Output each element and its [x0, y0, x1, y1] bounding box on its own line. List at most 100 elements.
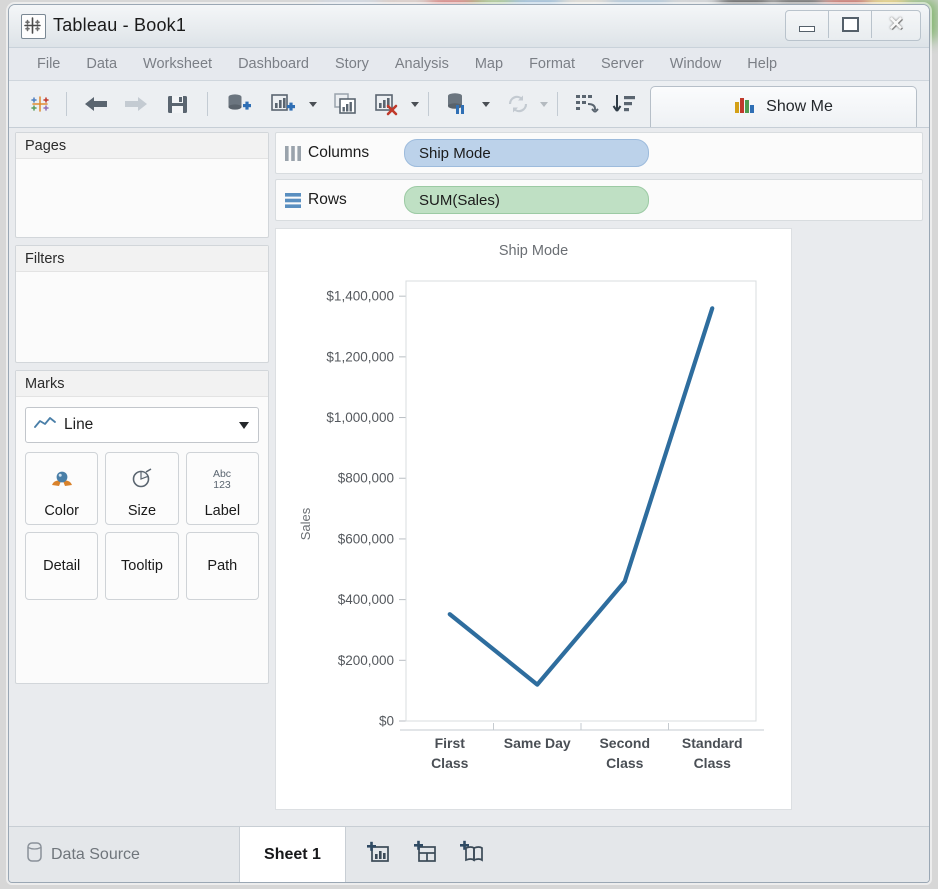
menu-item-help[interactable]: Help: [735, 52, 789, 76]
show-me-button[interactable]: Show Me: [650, 86, 917, 127]
color-palette-icon: [47, 453, 77, 503]
close-button[interactable]: ✕: [872, 11, 920, 38]
refresh-icon[interactable]: [500, 87, 536, 121]
menu-bar: File Data Worksheet Dashboard Story Anal…: [9, 48, 929, 81]
y-axis-tick-label: $800,000: [338, 471, 394, 486]
window-controls: ✕: [785, 10, 921, 41]
menu-item-window[interactable]: Window: [658, 52, 734, 76]
menu-item-worksheet[interactable]: Worksheet: [131, 52, 224, 76]
duplicate-sheet-icon[interactable]: [327, 87, 367, 121]
maximize-button[interactable]: [829, 11, 872, 38]
pages-dropzone[interactable]: [16, 159, 268, 236]
menu-item-analysis[interactable]: Analysis: [383, 52, 461, 76]
menu-item-format[interactable]: Format: [517, 52, 587, 76]
viz-canvas[interactable]: Ship Mode $0 $200,000 $400,000 $600,000 $800…: [275, 228, 792, 810]
title-bar: Tableau - Book1 ✕: [9, 5, 929, 48]
y-axis-tick-label: $1,000,000: [326, 410, 394, 425]
marks-tooltip-button[interactable]: Tooltip: [105, 532, 179, 600]
minimize-button[interactable]: [786, 11, 829, 38]
pages-title: Pages: [16, 133, 268, 159]
x-axis-tick-label[interactable]: Second: [599, 735, 650, 751]
menu-item-data[interactable]: Data: [74, 52, 129, 76]
rows-icon: [285, 192, 301, 208]
clear-sheet-icon[interactable]: [367, 87, 407, 121]
marks-path-label: Path: [207, 558, 238, 574]
x-axis-tick-label[interactable]: Class: [431, 755, 469, 771]
pages-panel[interactable]: Pages: [15, 132, 269, 238]
tableau-start-icon[interactable]: [23, 87, 57, 121]
data-source-tab[interactable]: Data Source: [9, 827, 240, 882]
line-chart-svg: $0 $200,000 $400,000 $600,000 $800,000 $1,000…: [298, 280, 764, 771]
add-data-source-icon[interactable]: [217, 87, 261, 121]
shelves: Columns Ship Mode Rows SUM(Sales): [275, 132, 923, 222]
toolbar-separator: [557, 92, 558, 116]
marks-label-button[interactable]: Abc 123 Label: [185, 452, 259, 525]
x-axis-tick-label[interactable]: Same Day: [504, 735, 571, 751]
marks-detail-label: Detail: [43, 558, 81, 574]
sheet-tab-label: Sheet 1: [264, 845, 321, 863]
menu-item-map[interactable]: Map: [463, 52, 515, 76]
x-axis-tick-label[interactable]: Class: [606, 755, 644, 771]
svg-text:123: 123: [214, 479, 232, 491]
chevron-down-icon[interactable]: [239, 421, 249, 429]
y-axis-tick-label: $1,200,000: [326, 349, 394, 364]
mark-type-select[interactable]: Line: [25, 407, 259, 443]
window-title: Tableau - Book1: [53, 15, 187, 35]
forward-arrow-icon[interactable]: [116, 87, 156, 121]
sort-descending-icon[interactable]: [607, 87, 643, 121]
new-dashboard-tab-icon[interactable]: [412, 840, 438, 869]
sheet-tab-sheet1[interactable]: Sheet 1: [240, 827, 346, 882]
clear-sheet-dropdown-caret[interactable]: [411, 101, 419, 107]
y-axis: $0 $200,000 $400,000 $600,000 $800,000 $1,000…: [326, 289, 406, 729]
filters-panel[interactable]: Filters: [15, 245, 269, 363]
pill-ship-mode[interactable]: Ship Mode: [404, 139, 649, 167]
new-tab-buttons: [346, 827, 484, 882]
x-axis-tick-label[interactable]: Standard: [682, 735, 743, 751]
swap-rows-columns-icon[interactable]: [567, 87, 607, 121]
y-axis-title: Sales: [298, 507, 313, 540]
save-icon[interactable]: [156, 87, 198, 121]
plot-area[interactable]: $0 $200,000 $400,000 $600,000 $800,000 $1,000…: [276, 259, 791, 789]
y-axis-tick-label: $1,400,000: [326, 289, 394, 304]
show-me-label: Show Me: [766, 98, 833, 115]
toolbar-separator: [66, 92, 67, 116]
filters-dropzone[interactable]: [16, 272, 268, 361]
refresh-dropdown-caret[interactable]: [540, 101, 548, 107]
menu-item-story[interactable]: Story: [323, 52, 381, 76]
y-axis-tick-label: $600,000: [338, 531, 394, 546]
data-source-label: Data Source: [51, 845, 140, 863]
marks-size-button[interactable]: Size: [105, 452, 179, 525]
marks-panel: Marks Line Color Size Abc 123 Label Deta…: [15, 370, 269, 684]
toolbar-separator: [207, 92, 208, 116]
pill-sum-sales[interactable]: SUM(Sales): [404, 186, 649, 214]
marks-detail-button[interactable]: Detail: [25, 532, 99, 600]
plot-frame: [405, 280, 757, 722]
rows-shelf[interactable]: Rows SUM(Sales): [275, 179, 923, 221]
menu-item-file[interactable]: File: [25, 52, 72, 76]
x-axis-tick-label[interactable]: Class: [694, 755, 732, 771]
tableau-window: Tableau - Book1 ✕ File Data Worksheet Da…: [8, 4, 930, 883]
marks-size-label: Size: [127, 503, 157, 519]
bar-chart-icon: [734, 96, 756, 119]
new-worksheet-icon[interactable]: [261, 87, 305, 121]
pause-refresh-dropdown-caret[interactable]: [482, 101, 490, 107]
columns-shelf-label: Columns: [308, 144, 370, 161]
x-axis-tick-label[interactable]: First: [435, 735, 466, 751]
new-worksheet-tab-icon[interactable]: [366, 840, 392, 869]
x-axis: First Class Same Day Second Class Standard Cla…: [400, 723, 764, 771]
database-icon: [27, 842, 42, 867]
back-arrow-icon[interactable]: [76, 87, 116, 121]
marks-path-button[interactable]: Path: [185, 532, 259, 600]
pause-refresh-icon[interactable]: [438, 87, 478, 121]
menu-item-dashboard[interactable]: Dashboard: [226, 52, 321, 76]
toolbar-separator: [428, 92, 429, 116]
y-axis-tick-label: $400,000: [338, 592, 394, 607]
new-story-tab-icon[interactable]: [458, 840, 484, 869]
marks-label-label: Label: [204, 503, 241, 519]
menu-item-server[interactable]: Server: [589, 52, 656, 76]
marks-title: Marks: [16, 371, 268, 397]
new-worksheet-dropdown-caret[interactable]: [309, 101, 317, 107]
columns-shelf[interactable]: Columns Ship Mode: [275, 132, 923, 174]
marks-color-button[interactable]: Color: [25, 452, 99, 525]
marks-tooltip-label: Tooltip: [121, 558, 163, 574]
